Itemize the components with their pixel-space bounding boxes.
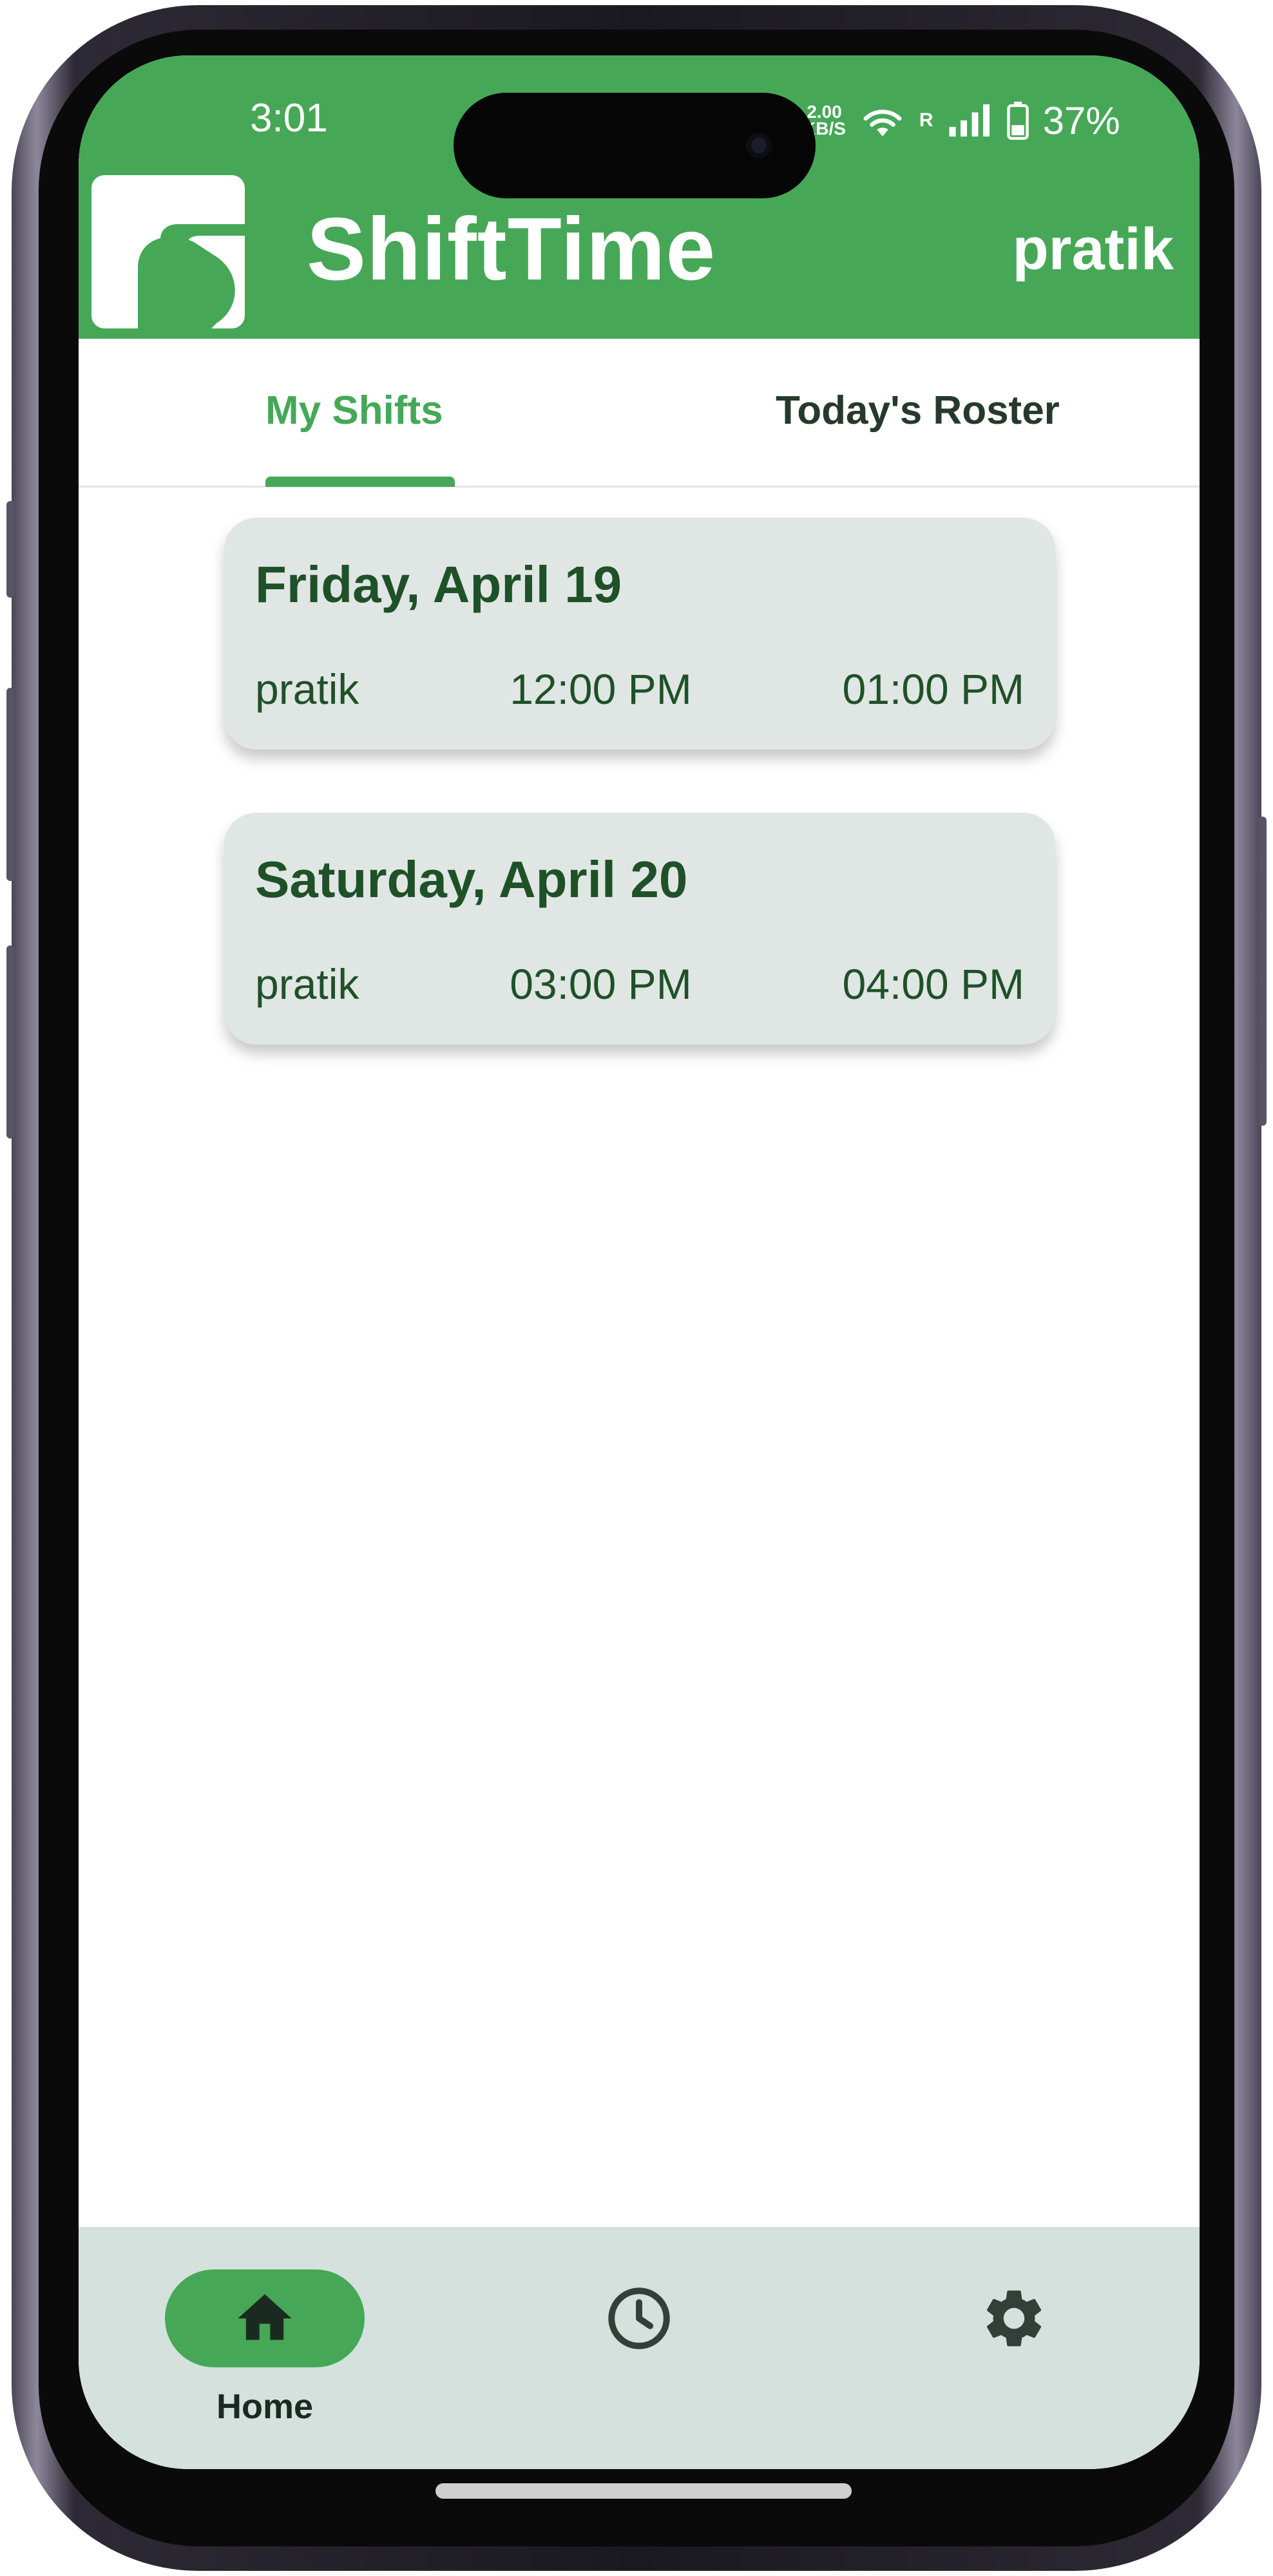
tab-todays-roster[interactable]: Today's Roster: [776, 388, 1060, 433]
shift-start-time: 03:00 PM: [510, 960, 692, 1008]
side-button: [6, 501, 14, 598]
shift-date: Saturday, April 20: [255, 851, 688, 908]
shift-card[interactable]: Friday, April 19 pratik 12:00 PM 01:00 P…: [224, 518, 1055, 750]
shift-end-time: 04:00 PM: [842, 960, 1024, 1008]
signal-icon: [949, 104, 990, 137]
shift-end-time: 01:00 PM: [842, 665, 1024, 713]
app-title: ShiftTime: [307, 200, 716, 299]
clock-icon: [608, 2287, 670, 2349]
camera-lens: [746, 133, 772, 158]
roaming-indicator: R: [919, 109, 933, 131]
nav-history-button[interactable]: [603, 2282, 675, 2354]
bottom-navigation: Home: [79, 2227, 1200, 2469]
status-time: 3:01: [250, 96, 328, 140]
home-indicator[interactable]: [436, 2483, 852, 2499]
status-indicators: 2.00 KB/S R 37%: [803, 98, 1120, 143]
power-button: [1259, 817, 1267, 1126]
nav-home-button[interactable]: [165, 2269, 365, 2367]
user-name[interactable]: pratik: [1012, 214, 1174, 285]
shift-start-time: 12:00 PM: [510, 665, 692, 713]
battery-icon: [1006, 101, 1029, 140]
shift-date: Friday, April 19: [255, 556, 622, 613]
nav-settings-button[interactable]: [978, 2282, 1050, 2354]
shift-details: pratik 03:00 PM 04:00 PM: [255, 960, 1024, 1009]
app-header: 3:01 2.00 KB/S R 37% ShiftTime pratik: [79, 55, 1200, 339]
dynamic-island: [454, 93, 816, 198]
active-tab-indicator: [265, 477, 455, 487]
shift-user: pratik: [255, 665, 359, 713]
app-screen: 3:01 2.00 KB/S R 37% ShiftTime pratik My…: [79, 55, 1200, 2469]
shift-user: pratik: [255, 960, 359, 1008]
volume-up-button: [6, 688, 14, 881]
home-icon: [238, 2294, 292, 2340]
nav-home-label: Home: [216, 2387, 314, 2426]
volume-down-button: [6, 945, 14, 1139]
shift-card[interactable]: Saturday, April 20 pratik 03:00 PM 04:00…: [224, 813, 1055, 1045]
wifi-icon: [863, 109, 902, 137]
tab-bar: My Shifts Today's Roster: [79, 339, 1200, 488]
app-logo: [91, 175, 245, 328]
gear-icon: [986, 2290, 1042, 2347]
shift-details: pratik 12:00 PM 01:00 PM: [255, 665, 1024, 714]
tab-my-shifts[interactable]: My Shifts: [265, 388, 443, 433]
battery-percent: 37%: [1042, 99, 1120, 142]
